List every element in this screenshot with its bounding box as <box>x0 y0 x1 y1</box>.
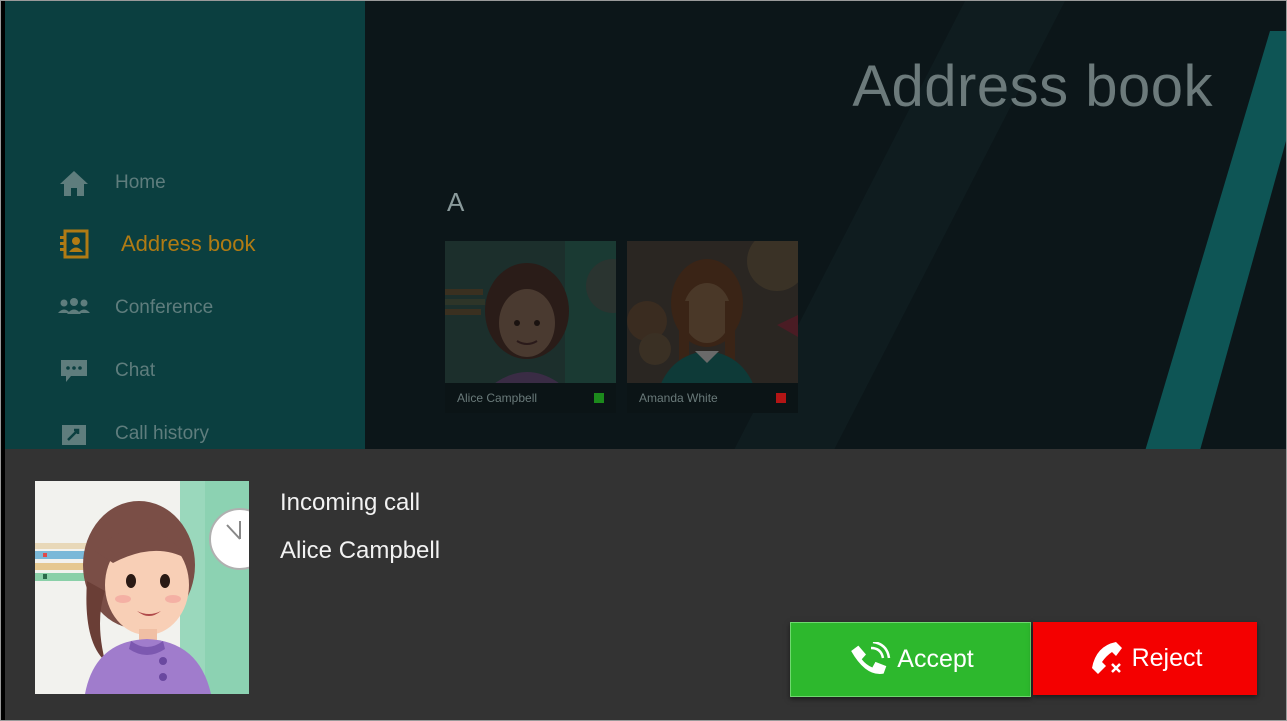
reject-label: Reject <box>1131 644 1203 672</box>
sidebar-item-chat[interactable]: Chat <box>57 357 155 385</box>
conference-icon <box>57 294 91 322</box>
phone-accept-icon <box>847 641 891 678</box>
section-header: A <box>447 187 465 217</box>
contact-name: Amanda White <box>639 391 718 405</box>
contact-name: Alice Campbell <box>457 391 538 405</box>
sidebar-item-call-history[interactable]: Call history <box>57 420 209 448</box>
sidebar-item-address-book[interactable]: Address book <box>57 229 256 259</box>
status-indicator <box>776 393 786 403</box>
sidebar-item-label: Home <box>115 172 166 193</box>
contact-card[interactable]: Alice Campbell <box>445 241 616 413</box>
reject-call-button[interactable]: Reject <box>1033 622 1257 695</box>
call-history-icon <box>57 420 91 448</box>
sidebar-item-label: Conference <box>115 297 214 318</box>
app-window: Home Address book Conference Chat Call h… <box>0 0 1287 721</box>
contact-name-bar: Alice Campbell <box>445 383 616 413</box>
incoming-call-panel: Incoming call Alice Campbell Accept Reje… <box>5 449 1286 720</box>
home-icon <box>57 169 91 197</box>
accept-label: Accept <box>897 645 974 673</box>
sidebar-item-label: Call history <box>115 423 209 444</box>
status-indicator <box>594 393 604 403</box>
sidebar-item-label: Chat <box>115 360 156 381</box>
caller-avatar <box>35 481 249 694</box>
contact-name-bar: Amanda White <box>627 383 798 413</box>
chat-icon <box>57 357 91 385</box>
call-status-text: Incoming call <box>280 489 421 516</box>
sidebar-item-home[interactable]: Home <box>57 169 166 197</box>
accept-call-button[interactable]: Accept <box>790 622 1031 697</box>
sidebar-item-conference[interactable]: Conference <box>57 294 213 322</box>
address-book-icon <box>57 229 91 259</box>
caller-name: Alice Campbell <box>280 537 441 564</box>
sidebar-item-label: Address book <box>121 231 256 256</box>
contact-card[interactable]: Amanda White <box>627 241 798 413</box>
phone-reject-icon <box>1088 641 1126 676</box>
page-title: Address book <box>852 54 1213 119</box>
